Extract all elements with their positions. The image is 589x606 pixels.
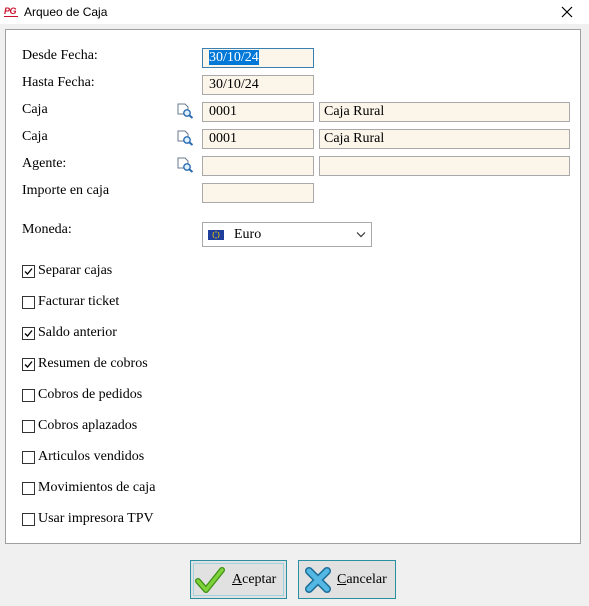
lookup-search-icon[interactable] bbox=[176, 103, 194, 119]
accept-button[interactable]: Aceptar bbox=[190, 560, 287, 599]
title-bar: PG Arqueo de Caja bbox=[0, 0, 589, 24]
moneda-value: Euro bbox=[234, 227, 262, 242]
moneda-select[interactable]: Euro bbox=[202, 222, 372, 247]
hasta-fecha-input[interactable]: 30/10/24 bbox=[202, 75, 314, 95]
option-cobros-aplazados[interactable]: Cobros aplazados bbox=[22, 417, 137, 435]
desde-fecha-value: 30/10/24 bbox=[209, 50, 259, 65]
checkbox[interactable] bbox=[22, 388, 35, 402]
checkbox[interactable] bbox=[22, 264, 35, 278]
option-label: Saldo anterior bbox=[38, 325, 117, 340]
window-title: Arqueo de Caja bbox=[24, 5, 108, 19]
caja-label-2: Caja bbox=[22, 129, 48, 144]
caja-name-input-2[interactable]: Caja Rural bbox=[319, 129, 570, 149]
checkbox[interactable] bbox=[22, 512, 35, 526]
importe-input[interactable] bbox=[202, 183, 314, 203]
options-panel: Desde Fecha: 30/10/24 Hasta Fecha: 30/10… bbox=[5, 29, 581, 544]
option-saldo-anterior[interactable]: Saldo anterior bbox=[22, 324, 117, 342]
checkbox[interactable] bbox=[22, 357, 35, 371]
hasta-fecha-label: Hasta Fecha: bbox=[22, 75, 95, 90]
option-label: Usar impresora TPV bbox=[38, 511, 154, 526]
chevron-down-icon bbox=[356, 232, 366, 238]
cancel-button[interactable]: Cancelar bbox=[298, 560, 396, 599]
option-movimientos-caja[interactable]: Movimientos de caja bbox=[22, 479, 155, 497]
caja-label-1: Caja bbox=[22, 102, 48, 117]
checkbox[interactable] bbox=[22, 419, 35, 433]
cancel-label: Cancelar bbox=[337, 572, 387, 587]
checkbox[interactable] bbox=[22, 295, 35, 309]
caja-code-input-1[interactable]: 0001 bbox=[202, 102, 314, 122]
close-icon bbox=[561, 6, 573, 18]
app-logo-icon: PG bbox=[4, 6, 18, 17]
option-label: Cobros de pedidos bbox=[38, 387, 143, 402]
accept-label: Aceptar bbox=[232, 572, 277, 587]
option-label: Articulos vendidos bbox=[38, 449, 145, 464]
desde-fecha-label: Desde Fecha: bbox=[22, 48, 98, 63]
lookup-search-icon[interactable] bbox=[176, 157, 194, 173]
importe-label: Importe en caja bbox=[22, 183, 110, 198]
desde-fecha-input[interactable]: 30/10/24 bbox=[202, 48, 314, 68]
caja-name-input-1[interactable]: Caja Rural bbox=[319, 102, 570, 122]
lookup-search-icon[interactable] bbox=[176, 130, 194, 146]
checkbox[interactable] bbox=[22, 481, 35, 495]
option-label: Facturar ticket bbox=[38, 294, 120, 309]
option-usar-impresora-tpv[interactable]: Usar impresora TPV bbox=[22, 510, 154, 528]
eu-flag-icon bbox=[208, 230, 224, 240]
option-separar-cajas[interactable]: Separar cajas bbox=[22, 262, 112, 280]
close-button[interactable] bbox=[545, 0, 589, 24]
option-label: Movimientos de caja bbox=[38, 480, 156, 495]
option-label: Resumen de cobros bbox=[38, 356, 148, 371]
checkmark-icon bbox=[24, 329, 33, 337]
agente-label: Agente: bbox=[22, 156, 67, 171]
checkmark-icon bbox=[24, 267, 33, 275]
checkbox[interactable] bbox=[22, 450, 35, 464]
checkbox[interactable] bbox=[22, 326, 35, 340]
option-label: Cobros aplazados bbox=[38, 418, 138, 433]
option-resumen-cobros[interactable]: Resumen de cobros bbox=[22, 355, 148, 373]
option-facturar-ticket[interactable]: Facturar ticket bbox=[22, 293, 119, 311]
moneda-label: Moneda: bbox=[22, 222, 72, 237]
cross-icon bbox=[305, 567, 331, 593]
caja-code-input-2[interactable]: 0001 bbox=[202, 129, 314, 149]
agente-code-input[interactable] bbox=[202, 156, 314, 176]
agente-name-input[interactable] bbox=[319, 156, 570, 176]
option-label: Separar cajas bbox=[38, 263, 113, 278]
checkmark-icon bbox=[195, 567, 225, 593]
checkmark-icon bbox=[24, 360, 33, 368]
option-cobros-pedidos[interactable]: Cobros de pedidos bbox=[22, 386, 142, 404]
option-articulos-vendidos[interactable]: Articulos vendidos bbox=[22, 448, 144, 466]
